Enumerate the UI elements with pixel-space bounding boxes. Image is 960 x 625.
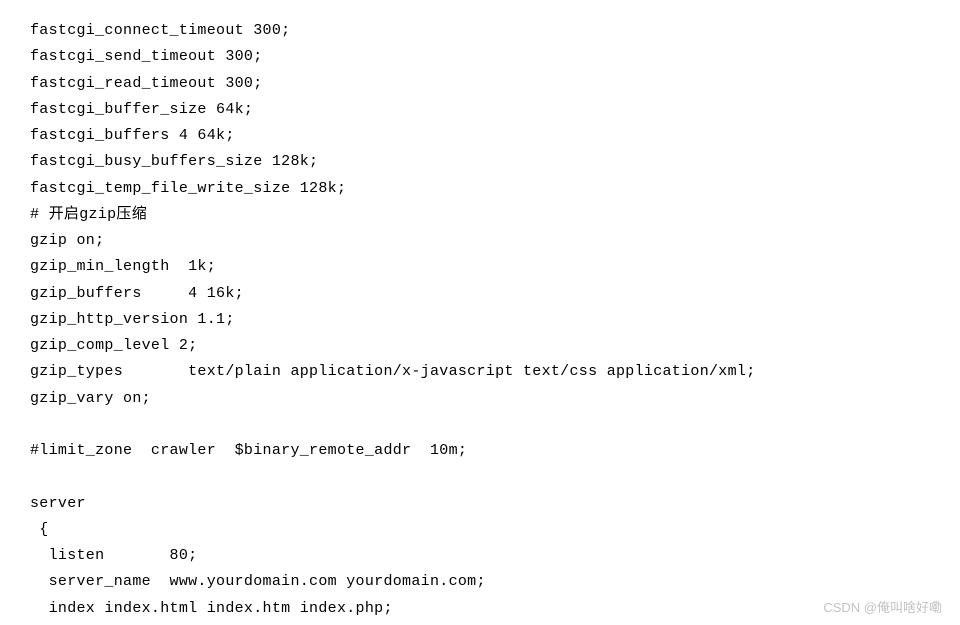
code-line: { [30, 521, 49, 538]
code-line: listen 80; [30, 547, 197, 564]
code-line: gzip_min_length 1k; [30, 258, 216, 275]
code-line: fastcgi_busy_buffers_size 128k; [30, 153, 318, 170]
nginx-config-code: fastcgi_connect_timeout 300; fastcgi_sen… [30, 18, 960, 622]
code-line: server_name www.yourdomain.com yourdomai… [30, 573, 486, 590]
code-line: fastcgi_buffer_size 64k; [30, 101, 253, 118]
code-line: gzip_buffers 4 16k; [30, 285, 244, 302]
code-line: gzip_http_version 1.1; [30, 311, 235, 328]
code-line: gzip_vary on; [30, 390, 151, 407]
code-line: gzip on; [30, 232, 104, 249]
code-line: server [30, 495, 86, 512]
code-line: # 开启gzip压缩 [30, 206, 147, 223]
code-line: fastcgi_send_timeout 300; [30, 48, 263, 65]
code-line: index index.html index.htm index.php; [30, 600, 393, 617]
code-line: gzip_comp_level 2; [30, 337, 197, 354]
csdn-watermark: CSDN @俺叫啥好嘞 [823, 597, 942, 620]
code-line: gzip_types text/plain application/x-java… [30, 363, 756, 380]
code-line: fastcgi_temp_file_write_size 128k; [30, 180, 346, 197]
code-line: fastcgi_buffers 4 64k; [30, 127, 235, 144]
code-line: #limit_zone crawler $binary_remote_addr … [30, 442, 467, 459]
code-line: fastcgi_connect_timeout 300; [30, 22, 290, 39]
code-line: fastcgi_read_timeout 300; [30, 75, 263, 92]
